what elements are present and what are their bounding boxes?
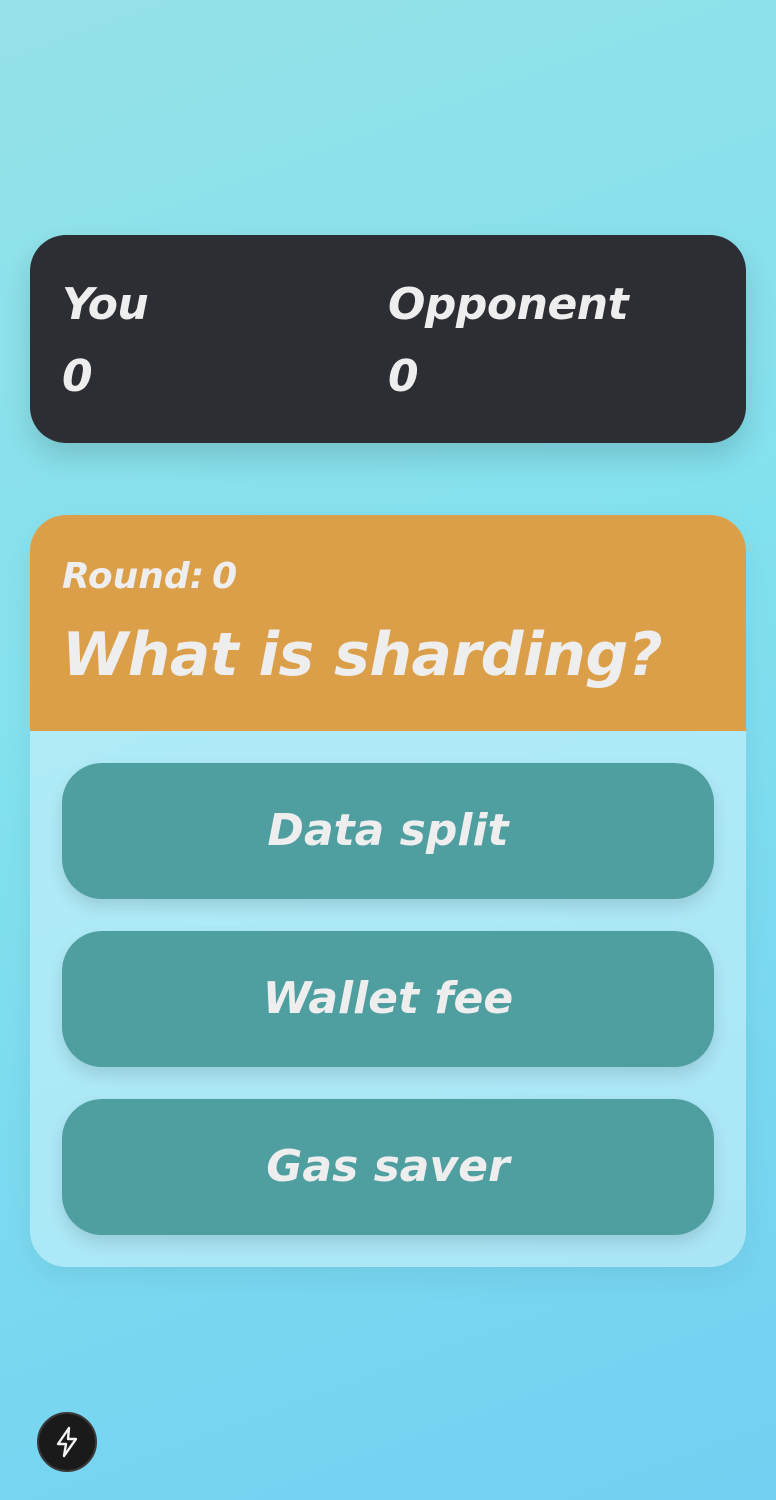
round-value: 0 (212, 556, 238, 597)
dev-tools-button[interactable] (37, 1412, 97, 1472)
answer-button-data-split[interactable]: Data split (62, 763, 714, 899)
player-opponent-score: 0 (388, 351, 419, 402)
question-text: What is sharding? (62, 620, 663, 690)
player-you-score: 0 (62, 351, 93, 402)
answer-list: Data split Wallet fee Gas saver (62, 763, 714, 1267)
player-opponent-label: Opponent (388, 279, 629, 330)
round-indicator: Round: 0 (62, 555, 237, 599)
answer-button-gas-saver[interactable]: Gas saver (62, 1099, 714, 1235)
lightning-bolt-icon (53, 1426, 81, 1458)
player-opponent: Opponent 0 (388, 279, 629, 403)
player-you-label: You (62, 279, 149, 330)
round-label: Round: (62, 556, 205, 597)
quiz-header: Round: 0 What is sharding? (30, 515, 746, 731)
player-you: You 0 (62, 279, 149, 403)
scoreboard: You 0 Opponent 0 (30, 235, 746, 443)
answer-button-wallet-fee[interactable]: Wallet fee (62, 931, 714, 1067)
quiz-card: Round: 0 What is sharding? Data split Wal… (30, 515, 746, 1267)
